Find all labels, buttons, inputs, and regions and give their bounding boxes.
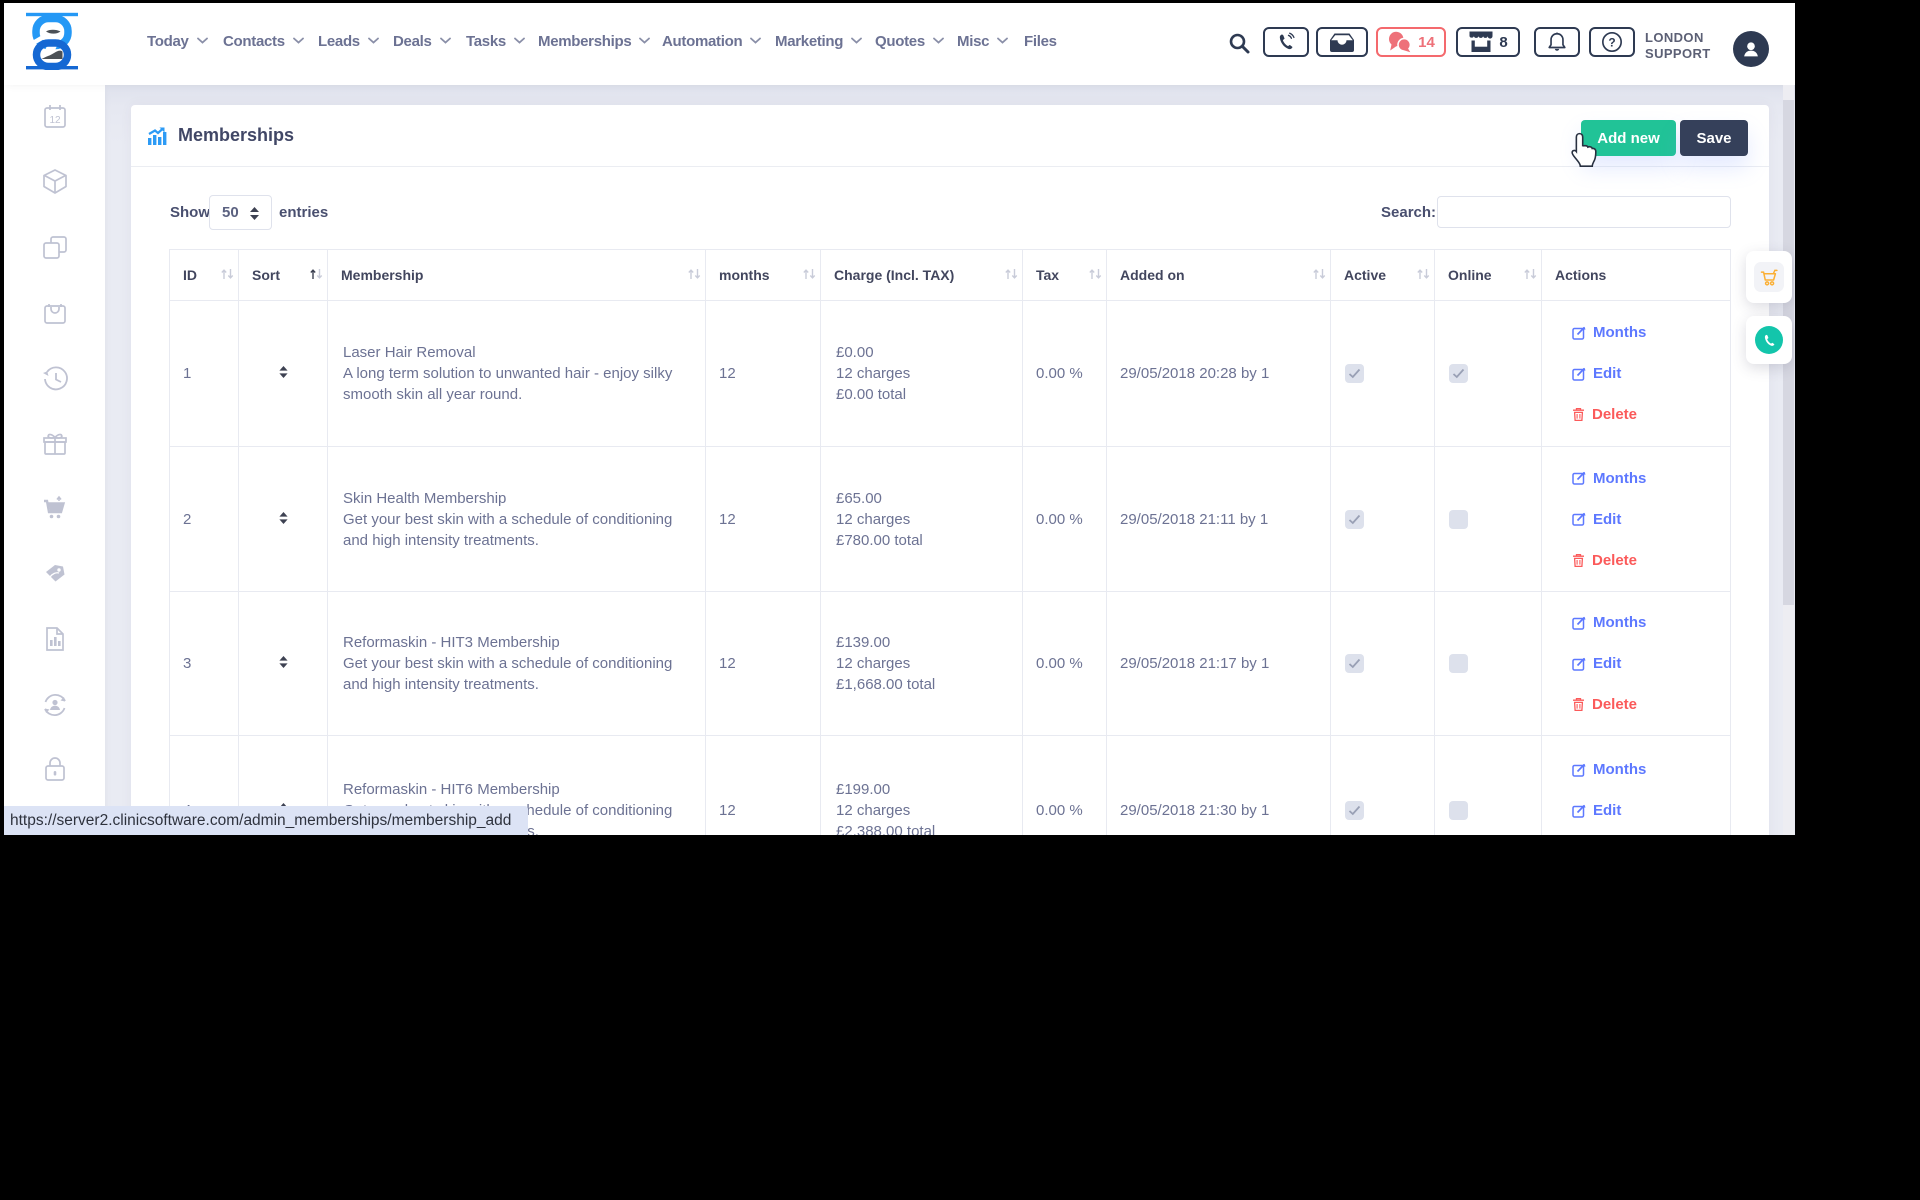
svg-text:12: 12 (49, 115, 61, 126)
svg-text:?: ? (1608, 36, 1615, 50)
